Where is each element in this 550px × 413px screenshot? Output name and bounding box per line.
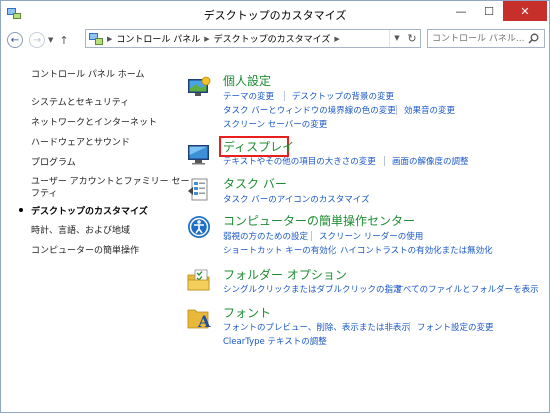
link-show-all-files-folders[interactable]: すべてのファイルとフォルダーを表示	[395, 283, 539, 295]
control-panel-icon	[89, 32, 103, 45]
link-separator	[311, 231, 312, 241]
svg-text:A: A	[197, 312, 211, 331]
up-arrow-icon[interactable]: ↑	[59, 34, 68, 47]
title-bar: デスクトップのカスタマイズ — ☐ ✕	[1, 1, 549, 27]
sidebar-item-user-accounts-cont[interactable]: フティ	[31, 186, 57, 199]
taskbar-icon[interactable]	[187, 178, 211, 202]
sidebar-item-ease-of-access[interactable]: コンピューターの簡単操作	[31, 243, 139, 256]
search-icon[interactable]	[528, 33, 539, 44]
link-use-screen-reader[interactable]: スクリーン リーダーの使用	[319, 230, 423, 242]
category-title-display[interactable]: ディスプレイ	[223, 138, 294, 155]
sidebar-item-clock-language-region[interactable]: 時計、言語、および地域	[31, 223, 130, 236]
link-separator	[409, 322, 410, 332]
search-input[interactable]	[432, 33, 528, 44]
address-dropdown-icon[interactable]: ▼	[389, 30, 404, 47]
sidebar-item-system-security[interactable]: システムとセキュリティ	[31, 95, 129, 108]
breadcrumb-control-panel[interactable]: コントロール パネル	[116, 32, 200, 45]
link-change-sounds[interactable]: 効果音の変更	[404, 104, 455, 116]
back-button[interactable]: ←	[7, 32, 23, 48]
category-title-taskbar[interactable]: タスク バー	[223, 175, 287, 192]
category-title-personalization[interactable]: 個人設定	[223, 72, 271, 89]
link-customize-taskbar-icons[interactable]: タスク バーのアイコンのカスタマイズ	[223, 193, 370, 205]
link-separator	[384, 156, 385, 166]
sidebar-item-network-internet[interactable]: ネットワークとインターネット	[31, 115, 157, 128]
link-toggle-high-contrast[interactable]: ハイコントラストの有効化または無効化	[340, 244, 493, 256]
link-adjust-cleartype[interactable]: ClearType テキストの調整	[223, 335, 327, 347]
link-adjust-resolution[interactable]: 画面の解像度の調整	[392, 155, 469, 167]
maximize-button[interactable]: ☐	[475, 1, 503, 21]
link-change-screen-saver[interactable]: スクリーン セーバーの変更	[223, 118, 327, 130]
link-separator	[284, 91, 285, 101]
link-preview-delete-show-hide-fonts[interactable]: フォントのプレビュー、削除、表示または非表示	[223, 321, 410, 333]
link-enable-shortcut-keys[interactable]: ショートカット キーの有効化	[223, 244, 336, 256]
category-title-fonts[interactable]: フォント	[223, 304, 271, 321]
link-separator	[387, 284, 388, 294]
breadcrumb-separator-icon[interactable]: ▶	[334, 35, 339, 43]
current-page-bullet-icon	[19, 208, 23, 212]
minimize-button[interactable]: —	[447, 1, 475, 21]
forward-button[interactable]: →	[29, 32, 45, 48]
forward-arrow-icon: →	[32, 34, 42, 46]
link-change-font-settings[interactable]: フォント設定の変更	[417, 321, 494, 333]
window: デスクトップのカスタマイズ — ☐ ✕ ← → ▼ ↑ ▶ コントロール パネル…	[0, 0, 550, 413]
display-icon[interactable]	[187, 142, 211, 166]
link-single-double-click[interactable]: シングルクリックまたはダブルクリックの指定	[223, 283, 402, 295]
link-change-window-border-color[interactable]: タスク バーとウィンドウの境界線の色の変更	[223, 104, 396, 116]
link-separator	[396, 105, 397, 115]
sidebar-item-programs[interactable]: プログラム	[31, 155, 76, 168]
close-button[interactable]: ✕	[503, 1, 547, 21]
link-low-vision-settings[interactable]: 弱視の方のための設定	[223, 230, 308, 242]
category-title-ease-of-access-center[interactable]: コンピューターの簡単操作センター	[223, 212, 415, 229]
breadcrumb-separator-icon[interactable]: ▶	[107, 35, 112, 43]
recent-locations-chevron-icon[interactable]: ▼	[48, 36, 53, 44]
refresh-icon[interactable]: ↻	[404, 30, 420, 47]
sidebar-item-desktop-customization: デスクトップのカスタマイズ	[31, 207, 148, 217]
link-change-theme[interactable]: テーマの変更	[223, 90, 274, 102]
link-change-desktop-background[interactable]: デスクトップの背景の変更	[292, 90, 394, 102]
ease-of-access-icon[interactable]	[187, 215, 211, 239]
sidebar-item-hardware-sound[interactable]: ハードウェアとサウンド	[31, 135, 130, 148]
sidebar-item-control-panel-home[interactable]: コントロール パネル ホーム	[31, 67, 144, 80]
personalization-icon[interactable]	[187, 75, 211, 99]
fonts-icon[interactable]: A	[187, 307, 211, 331]
link-change-text-size[interactable]: テキストやその他の項目の大きさの変更	[223, 155, 376, 167]
back-arrow-icon: ←	[10, 34, 20, 46]
breadcrumb-separator-icon[interactable]: ▶	[204, 35, 209, 43]
search-box[interactable]	[427, 29, 545, 48]
link-separator	[332, 245, 333, 255]
navigation-bar: ← → ▼ ↑ ▶ コントロール パネル ▶ デスクトップのカスタマイズ ▶ ▼…	[1, 27, 549, 53]
category-title-folder-options[interactable]: フォルダー オプション	[223, 266, 347, 283]
folder-options-icon[interactable]	[187, 269, 211, 293]
window-controls: — ☐ ✕	[447, 1, 547, 21]
address-bar[interactable]: ▶ コントロール パネル ▶ デスクトップのカスタマイズ ▶ ▼ ↻	[85, 29, 421, 48]
breadcrumb-desktop-customization[interactable]: デスクトップのカスタマイズ	[214, 32, 331, 45]
